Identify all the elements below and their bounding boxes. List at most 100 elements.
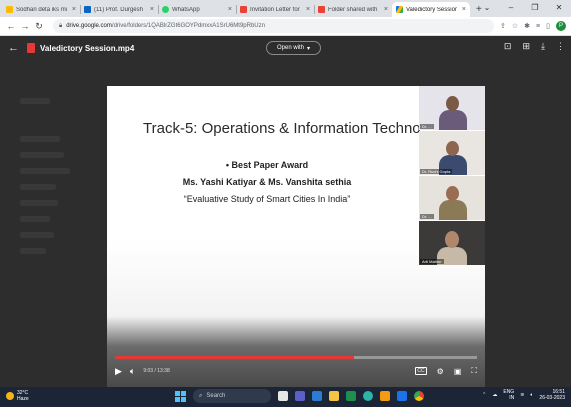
weather-widget[interactable]: 32°C Haze (6, 390, 29, 402)
windows-start-icon[interactable] (175, 390, 186, 402)
play-icon[interactable]: ▶ (115, 366, 122, 377)
url-host: drive.google.com (66, 23, 112, 29)
tab-search-icon[interactable]: ⌄ (475, 0, 499, 17)
edge-icon[interactable] (363, 391, 373, 401)
google-drive-icon (396, 6, 403, 13)
bg-nav-item (20, 184, 56, 190)
tab-favicon-icon (6, 6, 13, 13)
close-icon[interactable]: × (306, 6, 310, 13)
participant-name: Arti Mathur (420, 259, 444, 264)
fullscreen-icon[interactable]: ⛶ (471, 366, 477, 376)
teams-icon[interactable] (295, 391, 305, 401)
task-view-icon[interactable] (278, 391, 288, 401)
participant-face (445, 231, 459, 248)
participant-tile: Dr. Ruchi Gupta (419, 131, 485, 175)
participant-face (446, 141, 459, 156)
caret-down-icon: ▾ (307, 45, 311, 52)
star-icon[interactable]: ☆ (512, 22, 518, 30)
gmail-icon (240, 6, 247, 13)
close-icon[interactable]: × (72, 6, 76, 13)
chevron-up-icon[interactable]: ⌃ (482, 392, 486, 398)
bg-nav-item (20, 248, 46, 254)
volume-icon[interactable]: 🔈︎ (130, 366, 135, 377)
participant-tile: Dr. ... (419, 86, 485, 130)
share-icon[interactable]: ⇪ (500, 22, 506, 30)
app-icon[interactable] (397, 391, 407, 401)
lock-icon[interactable]: 🔒︎ (59, 23, 62, 30)
wifi-icon[interactable]: ≋ (520, 392, 524, 398)
slide-title: Track-5: Operations & Information Techno (143, 120, 421, 137)
screen: Sodhan deta iks mun × (11) Prof. Durgesh… (0, 0, 571, 407)
close-icon[interactable]: × (228, 6, 232, 13)
settings-gear-icon[interactable]: ⚙ (437, 367, 444, 376)
clock[interactable]: 16:51 26-03-2023 (539, 389, 565, 401)
file-explorer-icon[interactable] (329, 391, 339, 401)
back-icon[interactable]: ← (5, 21, 17, 31)
browser-tab[interactable]: (11) Prof. Durgesh B. × (80, 2, 158, 17)
browser-tab[interactable]: Folder shared with yo × (314, 2, 392, 17)
taskbar-apps: ⌕ Search (175, 389, 424, 403)
open-new-window-icon[interactable]: ⊞ (522, 41, 530, 52)
system-tray: ⌃ ☁ ENG IN ≋ 🔈︎ 16:51 26-03-2023 (482, 389, 565, 401)
participant-face (446, 186, 459, 201)
url-input[interactable]: 🔒︎ drive.google.com /drive/folders/1QABl… (53, 19, 495, 33)
open-with-button[interactable]: Open with ▾ (266, 41, 322, 55)
slide-bullet: • Best Paper Award (225, 160, 309, 170)
search-label: Search (206, 393, 226, 399)
participant-face (446, 96, 459, 111)
volume-tray-icon[interactable]: 🔈︎ (530, 392, 533, 398)
bg-nav-item (20, 232, 54, 238)
address-bar: ← → ↻ 🔒︎ drive.google.com /drive/folders… (0, 17, 571, 36)
chrome-icon[interactable] (414, 391, 424, 401)
add-shortcut-icon[interactable]: ⊡ (504, 41, 512, 52)
participant-name: Dr. ... (420, 124, 434, 129)
close-icon[interactable]: × (462, 6, 466, 13)
control-row: ▶ 🔈︎ 9:03 / 13:38 CC ⚙ ▣ ⛶ (115, 365, 477, 377)
linkedin-icon (84, 6, 91, 13)
language-indicator[interactable]: ENG IN (503, 389, 514, 401)
restore-icon[interactable]: ❐ (523, 0, 547, 17)
bg-nav-item (20, 136, 60, 142)
profile-avatar[interactable]: P (556, 21, 566, 31)
weather-condition: Haze (17, 396, 29, 402)
miniplayer-icon[interactable]: ▣ (454, 367, 462, 376)
app-icon[interactable] (380, 391, 390, 401)
close-window-icon[interactable]: ✕ (547, 0, 571, 17)
progress-bar[interactable] (115, 356, 477, 359)
excel-icon[interactable] (346, 391, 356, 401)
reading-list-icon[interactable]: ≡ (536, 23, 540, 30)
word-icon[interactable] (312, 391, 322, 401)
browser-tab[interactable]: Sodhan deta iks mun × (2, 2, 80, 17)
tab-title: Invitation Letter for S (250, 6, 301, 13)
reload-icon[interactable]: ↻ (33, 21, 45, 32)
tab-title: Folder shared with yo (328, 6, 379, 13)
taskbar-search[interactable]: ⌕ Search (193, 389, 271, 403)
download-icon[interactable]: ⤓ (541, 41, 545, 52)
toolbar-icons: ⇪ ☆ ✱ ≡ ▯ P (500, 21, 566, 31)
browser-tab[interactable]: Invitation Letter for S × (236, 2, 314, 17)
close-icon[interactable]: × (150, 6, 154, 13)
back-arrow-icon[interactable]: ← (8, 42, 19, 54)
bg-nav-item (20, 152, 64, 158)
forward-icon[interactable]: → (19, 21, 31, 31)
captions-button[interactable]: CC (415, 367, 427, 375)
video-player[interactable]: Track-5: Operations & Information Techno… (107, 86, 485, 387)
bg-new-button (20, 98, 50, 104)
search-icon: ⌕ (199, 392, 203, 399)
slide-winners: Ms. Yashi Katiyar & Ms. Vanshita sethia (182, 177, 352, 187)
minimize-icon[interactable]: – (499, 0, 523, 17)
close-icon[interactable]: × (384, 6, 388, 13)
onedrive-icon[interactable]: ☁ (492, 392, 497, 398)
participant-tile: Arti Mathur (419, 221, 485, 265)
tab-title: WhatsApp (172, 6, 200, 13)
browser-tab[interactable]: WhatsApp × (158, 2, 236, 17)
more-options-icon[interactable]: ⋮ (556, 41, 565, 52)
participant-figure (439, 200, 467, 220)
whatsapp-icon (162, 6, 169, 13)
side-panel-icon[interactable]: ▯ (546, 22, 550, 30)
browser-tab-active[interactable]: Valedictory Session - × (392, 2, 470, 17)
gmail-icon (318, 6, 325, 13)
extensions-icon[interactable]: ✱ (524, 22, 530, 30)
control-right: CC ⚙ ▣ ⛶ (415, 366, 477, 376)
playback-time: 9:03 / 13:38 (143, 368, 170, 374)
